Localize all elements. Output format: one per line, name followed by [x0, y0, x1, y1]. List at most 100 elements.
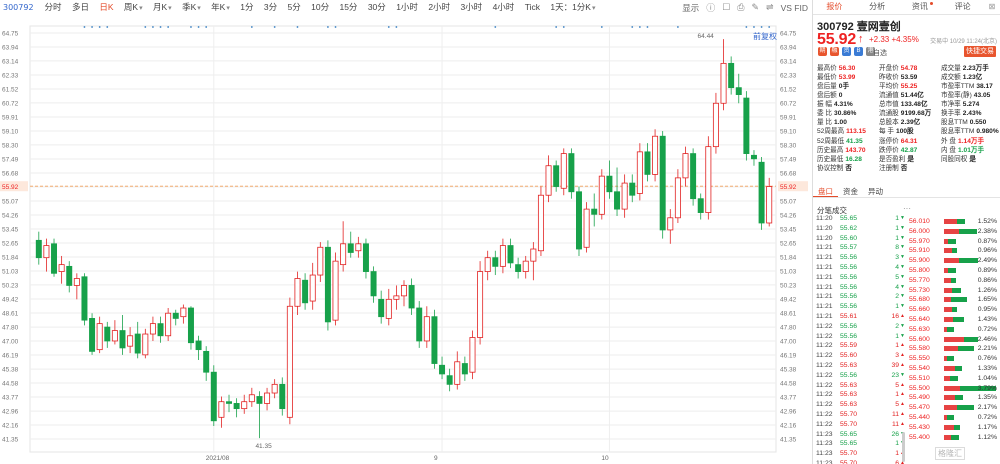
trade-volume: 5 — [895, 401, 899, 409]
stat-cell: 外 盘 1.14万手 — [941, 137, 999, 146]
period-4[interactable]: 月K — [153, 2, 172, 12]
more-icon[interactable]: ··· — [903, 204, 911, 213]
camera-icon[interactable]: ⎙ — [737, 2, 744, 13]
y-tick-left: 58.30 — [2, 142, 19, 149]
period-5[interactable]: 季K — [182, 2, 201, 12]
period-0[interactable]: 分时 — [45, 2, 62, 12]
trade-volume: 5 — [895, 273, 899, 281]
compare-icon[interactable]: ⇌ — [766, 2, 774, 13]
candle-down — [416, 307, 423, 342]
distribution-bar-buy — [944, 365, 955, 371]
period-6[interactable]: 年K — [211, 2, 230, 12]
stat-cell: 换手率 2.43% — [941, 109, 999, 118]
tab-order-book[interactable]: 盘口 — [813, 186, 838, 197]
trades-scrollbar[interactable] — [902, 432, 905, 462]
candle-up — [469, 337, 476, 373]
candle-down — [697, 198, 704, 213]
period-2[interactable]: 日K — [99, 2, 113, 12]
stat-cell: 52周最高 113.15 — [817, 127, 879, 136]
candle-up — [393, 295, 400, 300]
stat-label: 平均价 — [879, 83, 899, 91]
candle-up — [241, 401, 248, 410]
trade-time: 11:20 — [816, 215, 833, 222]
y-tick-right: 61.52 — [780, 87, 797, 94]
candle-down — [591, 208, 598, 215]
distribution-row: 55.540 1.33% — [907, 364, 999, 374]
watchlist-label[interactable]: 自选 — [873, 48, 887, 58]
period-14[interactable]: 2小时 — [428, 2, 450, 12]
trade-direction-icon: ▲ — [900, 401, 905, 408]
period-3[interactable]: 周K — [124, 2, 143, 12]
candle-down — [439, 364, 446, 375]
period-9[interactable]: 5分 — [287, 2, 300, 12]
period-7[interactable]: 1分 — [240, 2, 253, 12]
stat-cell: 最低价 53.99 — [817, 73, 879, 82]
quote-time: 交易中 10/29 11:24(北京) — [930, 39, 997, 45]
y-tick-left: 50.23 — [2, 282, 19, 289]
distribution-bar-sell — [959, 258, 979, 264]
period-16[interactable]: 4小时 — [493, 2, 515, 12]
event-marker-dot — [562, 26, 565, 28]
trade-price: 55.65 — [840, 215, 858, 222]
fuquan-toggle[interactable]: 前复权 — [753, 31, 777, 42]
stat-value: 1.14万手 — [958, 137, 985, 145]
trade-price: 55.70 — [840, 450, 858, 458]
candle-up — [667, 217, 674, 231]
period-10[interactable]: 10分 — [311, 2, 329, 12]
stat-label: 最高价 — [817, 65, 837, 72]
trade-volume: 2 — [895, 322, 899, 330]
period-11[interactable]: 15分 — [339, 2, 357, 12]
stat-value: 133.48亿 — [900, 101, 928, 109]
event-marker-dot — [296, 26, 299, 28]
period-13[interactable]: 1小时 — [396, 2, 418, 12]
trade-time: 11:22 — [816, 371, 833, 379]
tab-news[interactable]: 资讯 — [899, 0, 942, 14]
display-menu[interactable]: 显示 — [682, 2, 699, 14]
period-15[interactable]: 3小时 — [460, 2, 482, 12]
tab-quote[interactable]: 报价 — [813, 0, 856, 14]
tab-alerts[interactable]: 异动 — [863, 186, 888, 197]
distribution-price: 56.010 — [909, 218, 930, 225]
stat-label: 最低价 — [817, 74, 837, 82]
candle-down — [553, 165, 560, 187]
tab-capital[interactable]: 资金 — [838, 186, 863, 197]
period-18[interactable]: 1天：1分K — [550, 2, 595, 12]
trade-row: 11:2355.6526▼ — [813, 430, 905, 440]
distribution-bar-sell — [951, 277, 956, 283]
y-tick-right: 55.07 — [780, 198, 797, 205]
brush-icon[interactable]: ✎ — [752, 2, 760, 13]
stat-cell: 注册制否 — [879, 164, 941, 173]
kline-svg[interactable]: 64.75 64.75 63.94 63.94 63.14 63.14 62.33 62.33… — [0, 16, 812, 464]
trade-volume: 1 — [895, 215, 899, 222]
info-icon[interactable]: ⓘ — [706, 1, 715, 14]
event-marker-dot — [760, 26, 763, 28]
event-marker-dot — [753, 26, 755, 28]
compare-button[interactable]: VS FID — [781, 3, 808, 13]
event-marker-dot — [676, 26, 679, 28]
kline-chart[interactable]: 64.75 64.75 63.94 63.94 63.14 63.14 62.33 62.33… — [0, 16, 812, 464]
trade-volume: 4 — [895, 283, 899, 291]
current-price-label-right: 55.92 — [780, 184, 797, 191]
trades-list[interactable]: 11:20 55.65 1 ▼ 11:20 55.62 1 ▼ 11:20 55.60 1 ▼ 11:2… — [813, 214, 905, 464]
period-17[interactable]: Tick — [525, 2, 540, 12]
close-icon[interactable]: ⊠ — [984, 0, 1000, 14]
candle-up — [340, 243, 347, 266]
tab-comments[interactable]: 评论 — [941, 0, 984, 14]
quick-trade-button[interactable]: 快捷交易 — [964, 46, 996, 57]
tab-analysis[interactable]: 分析 — [856, 0, 899, 14]
period-8[interactable]: 3分 — [264, 2, 277, 12]
stat-cell: 成交额 1.23亿 — [941, 73, 999, 82]
price-distribution[interactable]: 56.010 1.52% 56.000 2.38% 55.970 0.87% 55.910 0… — [907, 217, 999, 442]
stat-cell: 昨收价 53.59 — [879, 73, 941, 82]
square-icon[interactable]: ☐ — [722, 2, 730, 13]
stat-value: 4.31% — [834, 101, 853, 109]
trade-volume: 1 — [895, 224, 899, 232]
period-12[interactable]: 30分 — [368, 2, 386, 12]
period-1[interactable]: 多日 — [72, 2, 89, 12]
trade-price: 55.60 — [840, 352, 858, 360]
trade-time: 11:23 — [816, 440, 833, 448]
stat-value: 100股 — [896, 128, 914, 136]
event-marker-dot — [600, 26, 603, 28]
distribution-row: 55.800 0.89% — [907, 266, 999, 276]
distribution-bar-sell — [951, 307, 958, 313]
